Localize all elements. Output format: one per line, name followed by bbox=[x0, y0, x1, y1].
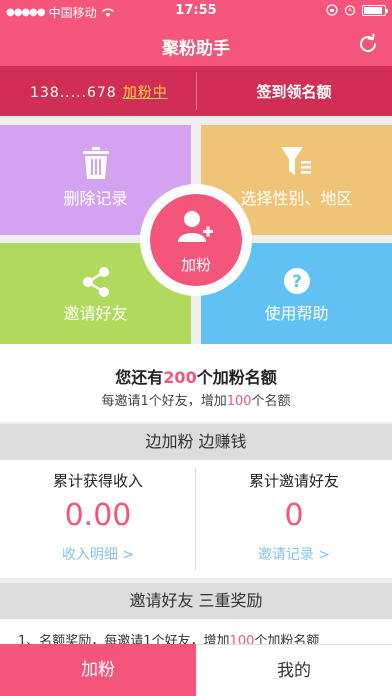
friends-value: 0 bbox=[284, 498, 304, 533]
lock-rotation-icon bbox=[326, 4, 338, 16]
quota-prefix: 您还有 bbox=[115, 368, 164, 387]
income-value: 0.00 bbox=[64, 498, 132, 533]
rewards-banner: 邀请好友 三重奖励 bbox=[0, 583, 392, 619]
add-fans-button[interactable]: 加粉 bbox=[150, 194, 242, 286]
filter-icon bbox=[201, 147, 392, 181]
add-fans-label: 加粉 bbox=[180, 256, 211, 274]
svg-text:?: ? bbox=[292, 272, 302, 292]
income-title: 累计获得收入 bbox=[52, 472, 143, 490]
status-bar: ●●●●● 中国移动 17:55 bbox=[0, 0, 392, 22]
tab-add-fans[interactable]: 加粉 bbox=[0, 644, 196, 696]
invite-friends-label: 邀请好友 bbox=[63, 304, 128, 323]
quota-line: 您还有200个加粉名额 bbox=[0, 364, 392, 388]
status-link[interactable]: 加粉中 bbox=[123, 85, 168, 101]
quota-count: 200 bbox=[163, 368, 197, 387]
friends-column: 累计邀请好友 0 邀请记录 > bbox=[196, 460, 392, 578]
income-column: 累计获得收入 0.00 收入明细 > bbox=[0, 460, 196, 578]
quota-sub-prefix: 每邀请1个好友，增加 bbox=[101, 394, 227, 409]
page-title: 聚粉助手 bbox=[162, 39, 230, 59]
friends-title: 累计邀请好友 bbox=[248, 472, 339, 490]
earn-banner: 边加粉 边赚钱 bbox=[0, 424, 392, 460]
quota-sub-line: 每邀请1个好友，增加100个名额 bbox=[0, 390, 392, 409]
sign-in-button[interactable]: 签到领名额 bbox=[196, 81, 392, 102]
alarm-icon bbox=[344, 5, 356, 16]
quota-panel: 您还有200个加粉名额 每邀请1个好友，增加100个名额 bbox=[0, 344, 392, 422]
account-bar: 138.....678 加粉中 签到领名额 bbox=[0, 66, 392, 116]
account-info: 138.....678 加粉中 bbox=[30, 82, 168, 102]
quota-suffix: 个加粉名额 bbox=[196, 368, 277, 387]
trash-icon bbox=[0, 147, 191, 181]
help-label: 使用帮助 bbox=[264, 304, 329, 323]
status-right bbox=[326, 4, 388, 16]
phone-number: 138.....678 bbox=[30, 85, 117, 101]
refresh-icon[interactable] bbox=[356, 32, 380, 56]
quota-sub-count: 100 bbox=[226, 394, 252, 409]
add-user-icon bbox=[178, 211, 213, 242]
nav-bar: 聚粉助手 bbox=[0, 22, 392, 66]
stats-panel: 累计获得收入 0.00 收入明细 > 累计邀请好友 0 邀请记录 > bbox=[0, 460, 392, 578]
quota-sub-suffix: 个名额 bbox=[251, 394, 291, 409]
income-details-link[interactable]: 收入明细 > bbox=[0, 544, 196, 564]
invite-records-link[interactable]: 邀请记录 > bbox=[196, 544, 392, 564]
battery-icon bbox=[362, 4, 388, 16]
tab-mine[interactable]: 我的 bbox=[196, 644, 392, 696]
add-fans-hub[interactable]: 加粉 bbox=[140, 184, 252, 296]
tab-bar: 加粉 我的 bbox=[0, 644, 392, 696]
